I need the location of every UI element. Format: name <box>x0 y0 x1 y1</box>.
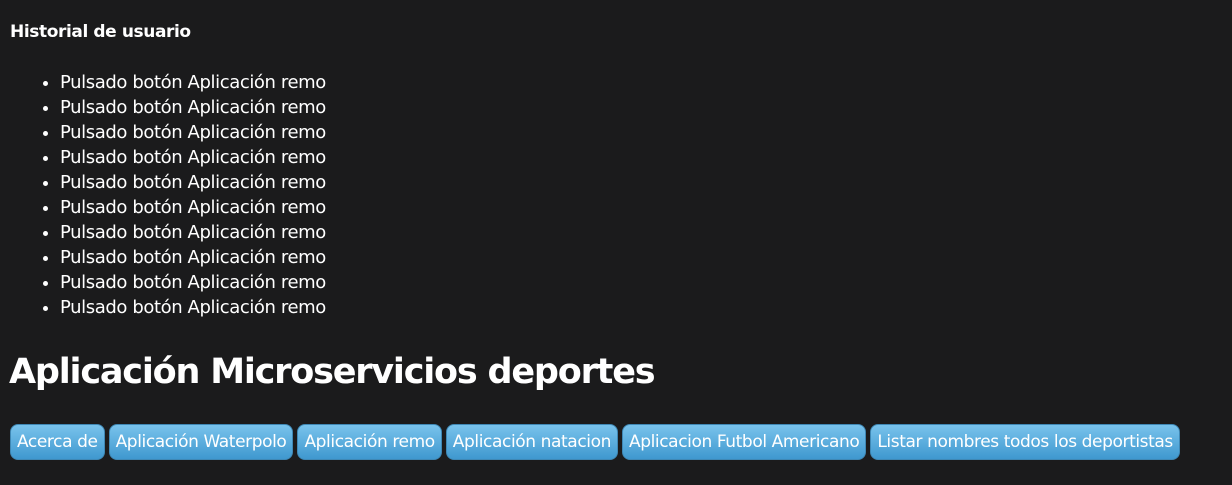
history-item: Pulsado botón Aplicación remo <box>60 270 326 295</box>
rowing-app-button[interactable]: Aplicación remo <box>297 424 442 460</box>
history-item: Pulsado botón Aplicación remo <box>60 170 326 195</box>
american-football-app-button[interactable]: Aplicacion Futbol Americano <box>621 424 867 460</box>
history-item: Pulsado botón Aplicación remo <box>60 95 326 120</box>
history-item: Pulsado botón Aplicación remo <box>60 120 326 145</box>
history-item: Pulsado botón Aplicación remo <box>60 245 326 270</box>
history-item: Pulsado botón Aplicación remo <box>60 220 326 245</box>
history-item: Pulsado botón Aplicación remo <box>60 70 326 95</box>
list-athletes-button[interactable]: Listar nombres todos los deportistas <box>870 424 1180 460</box>
history-item: Pulsado botón Aplicación remo <box>60 195 326 220</box>
swimming-app-button[interactable]: Aplicación natacion <box>445 424 618 460</box>
history-item: Pulsado botón Aplicación remo <box>60 145 326 170</box>
about-button[interactable]: Acerca de <box>10 424 105 460</box>
page-title: Aplicación Microservicios deportes <box>9 352 656 392</box>
history-title: Historial de usuario <box>10 22 191 42</box>
history-item: Pulsado botón Aplicación remo <box>60 295 326 320</box>
waterpolo-app-button[interactable]: Aplicación Waterpolo <box>108 424 294 460</box>
nav-bar: Acerca de Aplicación Waterpolo Aplicació… <box>10 424 1180 460</box>
history-list: Pulsado botón Aplicación remo Pulsado bo… <box>0 70 326 320</box>
